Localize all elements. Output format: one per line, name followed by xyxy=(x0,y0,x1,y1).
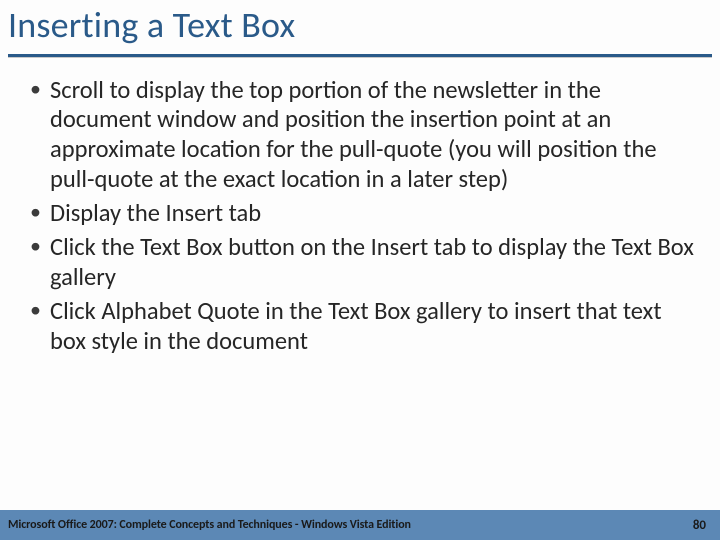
slide: Inserting a Text Box Scroll to display t… xyxy=(0,0,720,540)
list-item: Scroll to display the top portion of the… xyxy=(26,76,694,196)
list-item: Click the Text Box button on the Insert … xyxy=(26,233,694,293)
slide-title: Inserting a Text Box xyxy=(0,0,720,52)
page-number: 80 xyxy=(693,518,706,533)
footer-bar: Microsoft Office 2007: Complete Concepts… xyxy=(0,510,720,540)
list-item: Click Alphabet Quote in the Text Box gal… xyxy=(26,297,694,357)
list-item: Display the Insert tab xyxy=(26,199,694,229)
body-area: Scroll to display the top portion of the… xyxy=(0,58,720,357)
bullet-list: Scroll to display the top portion of the… xyxy=(26,76,694,357)
footer-text: Microsoft Office 2007: Complete Concepts… xyxy=(8,518,411,532)
